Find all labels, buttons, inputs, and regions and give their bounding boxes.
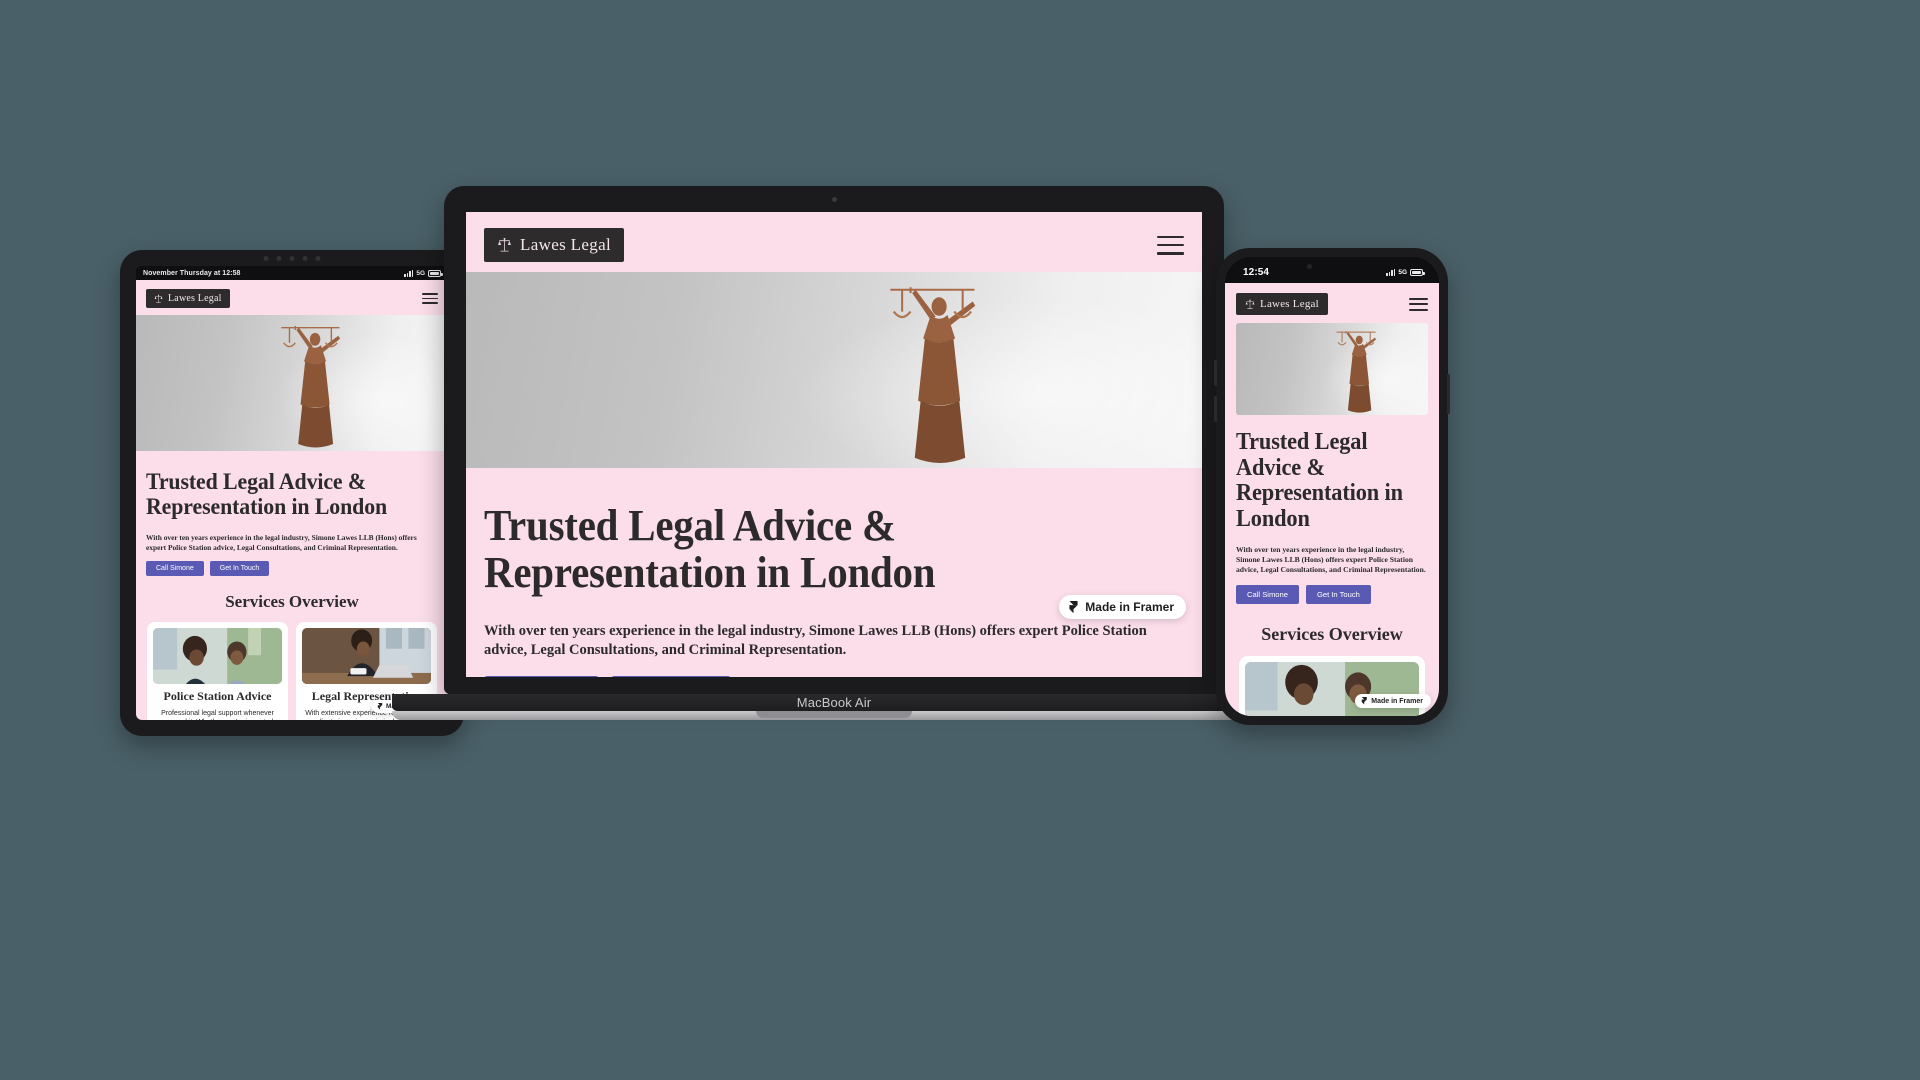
hero-copy: Trusted Legal Advice & Representation in… [466,468,1202,677]
phone-chassis: 12:54 5G Lawes Legal Trusted Legal Advic… [1214,248,1450,725]
phone-screen: 12:54 5G Lawes Legal Trusted Legal Advic… [1225,257,1439,716]
phone-notch [1293,257,1371,278]
hero-paragraph: With over ten years experience in the le… [484,623,1147,659]
service-card-image [153,627,282,684]
battery-icon [428,269,443,277]
brand-name: Lawes Legal [520,235,612,254]
hero-image [1236,323,1428,415]
lady-justice-statue-icon [279,323,355,451]
status-clock: 12:54 [1243,266,1270,278]
phone-device: 12:54 5G Lawes Legal Trusted Legal Advic… [1214,248,1450,725]
laptop-screen: Lawes Legal Trusted Legal Advice & Repre… [466,212,1202,677]
hero-image [136,315,448,451]
service-card-title: Police Station Advice [163,688,272,703]
call-simone-button[interactable]: Call Simone [146,560,204,576]
signal-strength-icon [404,269,414,277]
scales-of-justice-icon [154,294,163,304]
made-in-framer-badge[interactable]: Made in Framer [1354,694,1431,708]
framer-badge-label: Made in Framer [1371,697,1423,705]
call-simone-button[interactable]: Call Simone [1236,584,1299,604]
hero-copy: Trusted Legal Advice & Representation in… [136,451,448,576]
hamburger-menu-icon[interactable] [1409,297,1428,311]
scales-of-justice-icon [497,237,512,253]
brand-name: Lawes Legal [168,293,222,304]
website-page: Lawes Legal Trusted Legal Advice & Repre… [136,280,448,720]
website-page: Lawes Legal Trusted Legal Advice & Repre… [1225,283,1439,716]
signal-strength-icon [1386,268,1396,276]
brand-name: Lawes Legal [1260,298,1319,310]
laptop-camera-icon [831,197,837,202]
framer-logo-icon [1068,600,1079,614]
phone-volume-down-button[interactable] [1214,396,1217,422]
site-header: Lawes Legal [1225,283,1439,323]
phone-viewport: Lawes Legal Trusted Legal Advice & Repre… [1225,283,1439,716]
brand-logo[interactable]: Lawes Legal [146,289,230,308]
tablet-chassis: November Thursday at 12:58 5G Lawes Lega… [120,250,464,736]
tablet-sensor-dot [263,256,269,261]
get-in-touch-button[interactable]: Get In Touch [1305,584,1371,604]
network-type-label: 5G [416,269,425,277]
tablet-sensor-dot [302,256,308,261]
page-title: Trusted Legal Advice & Representation in… [484,501,936,598]
tablet-sensor-dot [289,256,295,261]
device-model-label: MacBook Air [796,695,872,710]
brand-logo[interactable]: Lawes Legal [484,228,625,262]
status-indicators: 5G [404,269,443,277]
page-title: Trusted Legal Advice & Representation in… [146,469,388,521]
tablet-viewport: Lawes Legal Trusted Legal Advice & Repre… [136,280,448,720]
call-simone-button[interactable]: Call Simone [484,675,600,677]
hero-copy: Trusted Legal Advice & Representation in… [1225,415,1439,604]
phone-volume-up-button[interactable] [1214,360,1217,386]
status-indicators: 5G [1386,268,1425,276]
hero-cta-row: Call Simone Get In Touch [1236,584,1428,604]
device-mockup-scene: November Thursday at 12:58 5G Lawes Lega… [0,0,1920,1080]
scales-of-justice-icon [1245,299,1255,310]
get-in-touch-button[interactable]: Get In Touch [209,560,270,576]
made-in-framer-badge[interactable]: Made in Framer [1059,595,1186,619]
site-header: Lawes Legal [466,212,1202,272]
framer-logo-icon [377,703,383,710]
framer-logo-icon [1361,697,1368,705]
laptop-lid: Lawes Legal Trusted Legal Advice & Repre… [444,186,1224,694]
laptop-trackpad-notch [756,711,912,718]
framer-badge-label: Made in Framer [1085,600,1174,614]
network-type-label: 5G [1398,268,1407,276]
service-card[interactable]: Police Station Advice Professional legal… [147,621,288,720]
services-section-title: Services Overview [225,591,359,611]
service-card-image [302,627,431,684]
tablet-camera-lens [315,256,321,261]
laptop-base: MacBook Air [392,694,1276,711]
hero-paragraph: With over ten years experience in the le… [146,533,417,553]
tablet-camera-lens [276,256,282,261]
hero-cta-row: Call Simone Get In Touch [484,675,1184,677]
hero-cta-row: Call Simone Get In Touch [146,560,438,576]
laptop-device: Lawes Legal Trusted Legal Advice & Repre… [392,186,1276,722]
status-date-time: November Thursday at 12:58 [143,269,241,277]
tablet-device: November Thursday at 12:58 5G Lawes Lega… [120,250,464,736]
lady-justice-statue-icon [887,283,996,468]
tablet-screen: November Thursday at 12:58 5G Lawes Lega… [136,266,448,720]
get-in-touch-button[interactable]: Get In Touch [611,675,731,677]
hamburger-menu-icon[interactable] [422,293,438,304]
tablet-camera-array [263,256,321,261]
battery-icon [1410,268,1425,276]
site-header: Lawes Legal [136,280,448,315]
phone-power-button[interactable] [1447,374,1450,414]
brand-logo[interactable]: Lawes Legal [1236,293,1328,315]
services-section-title: Services Overview [1261,623,1403,644]
lady-justice-statue-icon [1335,329,1386,415]
service-card-text: Professional legal support whenever you … [158,709,277,720]
tablet-status-bar: November Thursday at 12:58 5G [136,266,448,280]
page-title: Trusted Legal Advice & Representation in… [1236,429,1403,533]
website-page: Lawes Legal Trusted Legal Advice & Repre… [466,212,1202,677]
hero-paragraph: With over ten years experience in the le… [1236,544,1426,574]
hamburger-menu-icon[interactable] [1157,235,1184,255]
hero-image [466,272,1202,468]
